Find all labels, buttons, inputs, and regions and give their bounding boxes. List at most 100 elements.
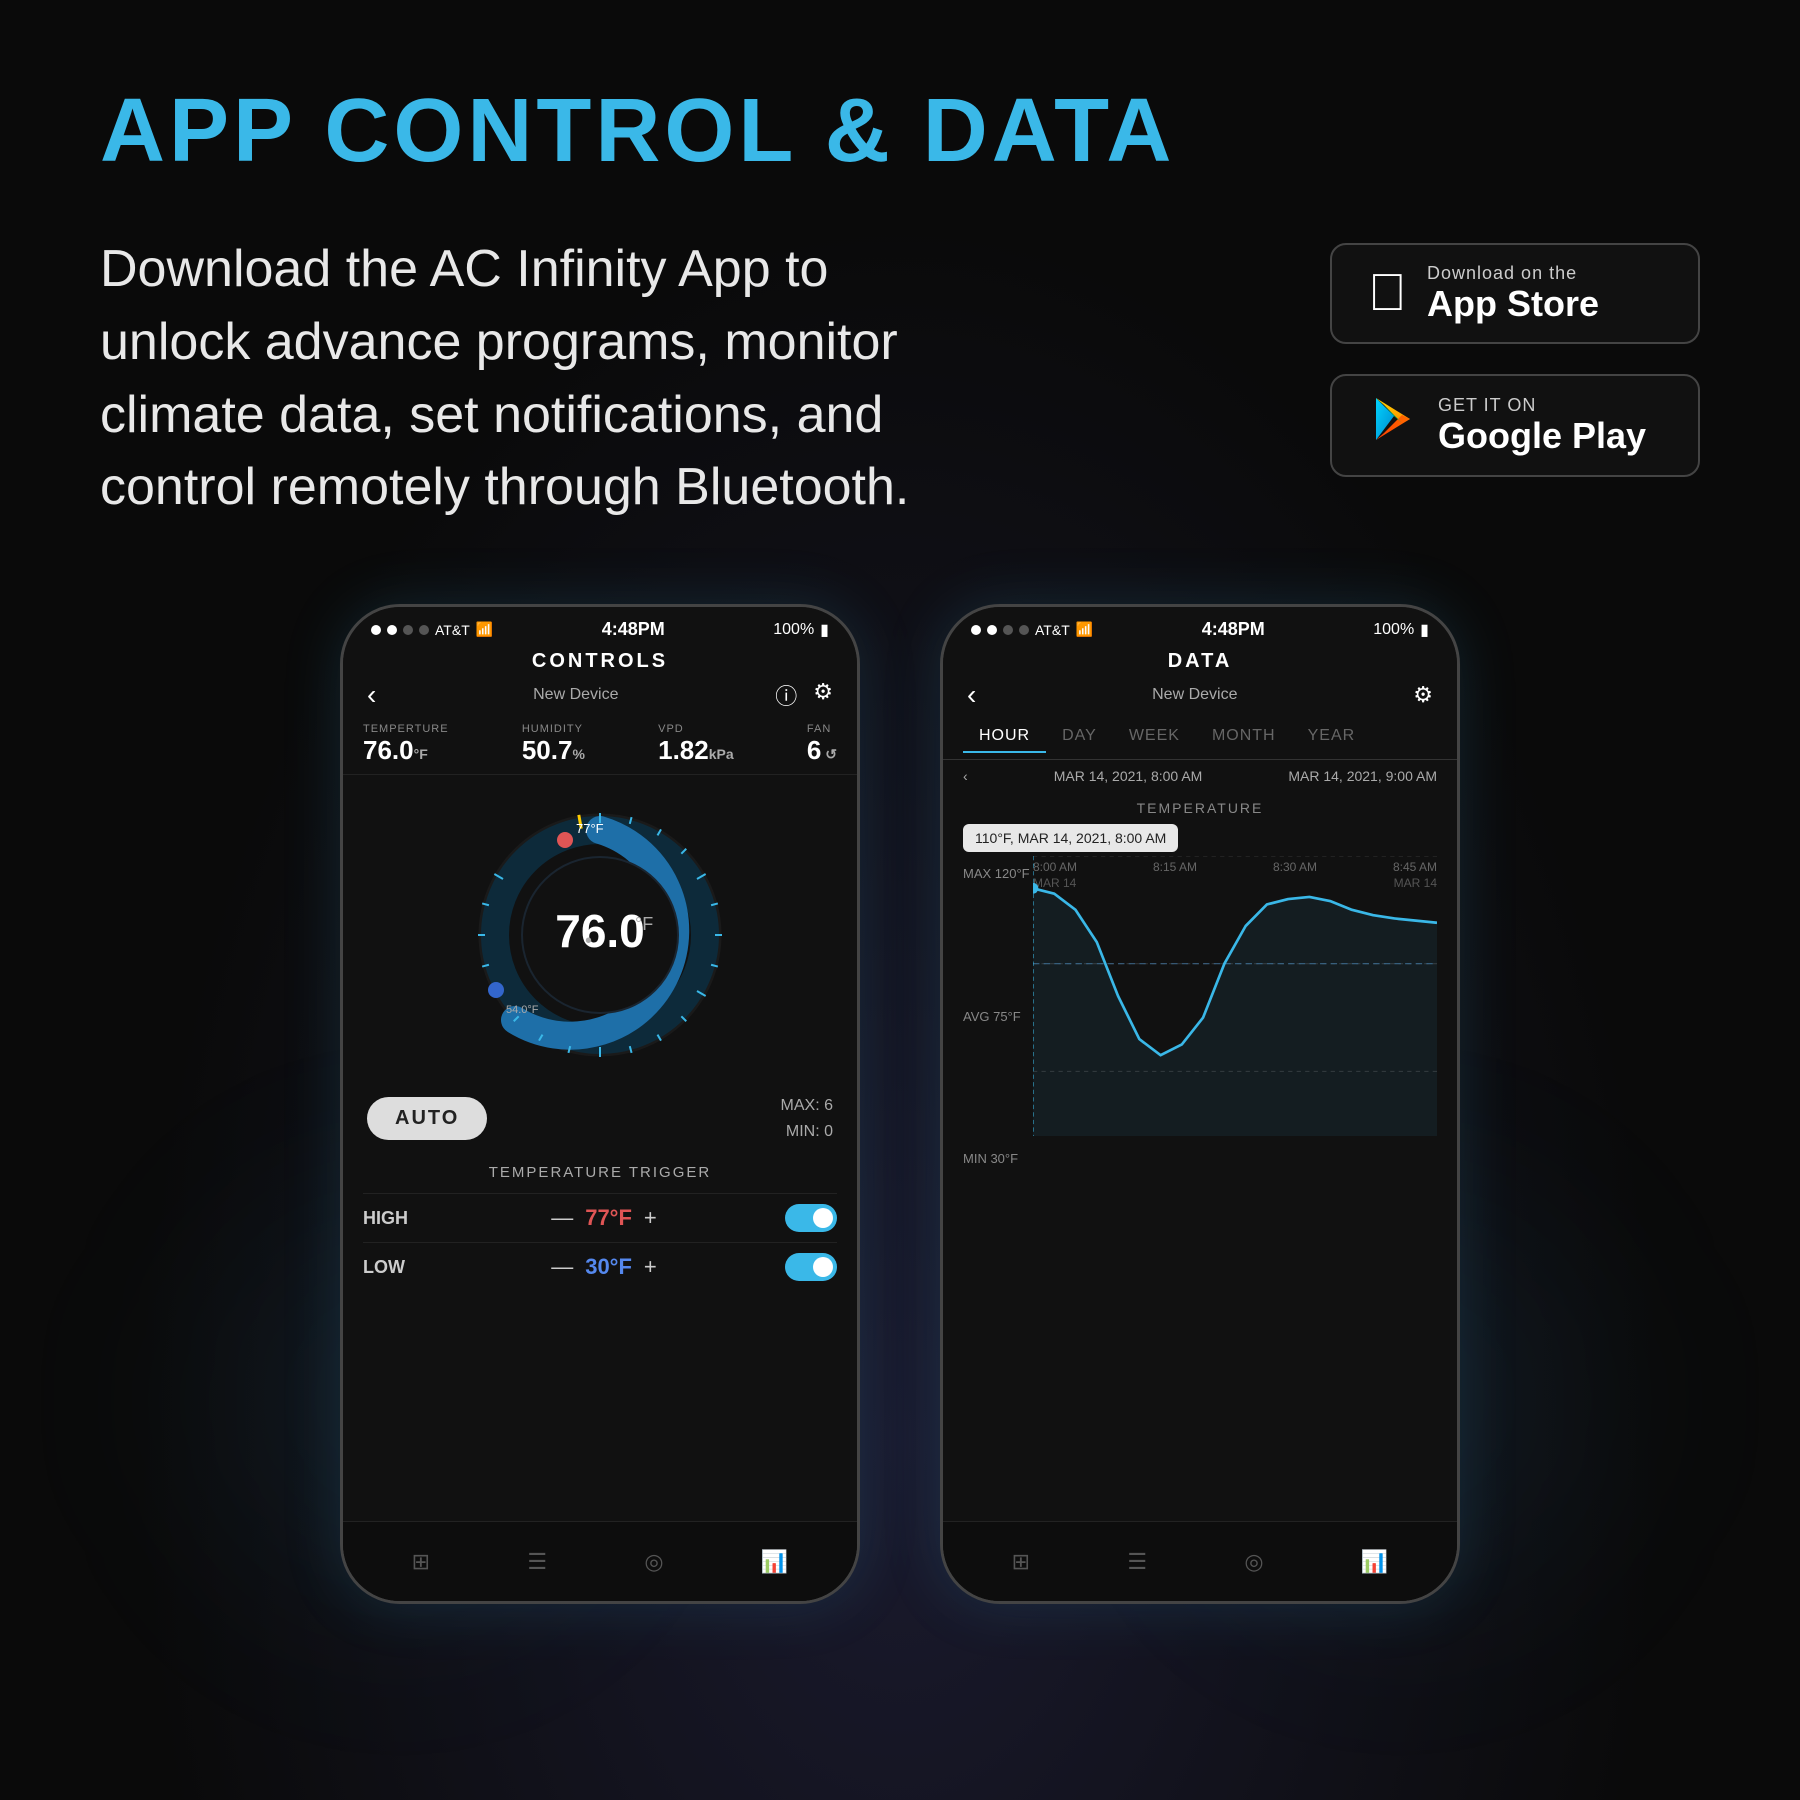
data-time: 4:48PM [1202,619,1265,640]
app-store-badge[interactable]:  Download on the App Store [1330,243,1700,344]
controls-screen: AT&T 📶 4:48PM 100% ▮ CONTROLS ‹ New Devi… [343,607,857,1601]
high-trigger-label: HIGH [363,1208,423,1229]
data-nav-bar: ‹ New Device ⚙ [943,675,1457,715]
wifi-icon-data: 📶 [1076,621,1093,638]
settings-icon[interactable]: ⚙ [813,679,833,711]
device-name-controls: New Device [533,686,618,704]
fan-info: MAX: 6 MIN: 0 [781,1093,833,1144]
prev-arrow[interactable]: ‹ [963,768,968,784]
google-play-subtitle: GET IT ON [1438,395,1646,416]
nav-data[interactable]: 📊 [761,1549,788,1575]
svg-text:77°F: 77°F [576,821,604,836]
gauge-container: 76.0 °F • 77°F 54.0°F [343,775,857,1085]
data-screen: AT&T 📶 4:48PM 100% ▮ DATA ‹ New Device [943,607,1457,1601]
data-list-icon: ☰ [1127,1549,1147,1575]
y-label-max: MAX 120°F [963,866,1030,881]
signal-dot-1 [371,625,381,635]
controls-screen-title: CONTROLS [343,650,857,673]
high-trigger-toggle[interactable] [785,1204,837,1232]
vpd-label: VPD [658,723,734,735]
data-signal-dot-3 [1003,625,1013,635]
chart-y-labels: MAX 120°F AVG 75°F MIN 30°F [963,856,1030,1176]
humidity-stat: HUMIDITY 50.7% [522,723,585,766]
status-left: AT&T 📶 [371,621,493,638]
y-label-avg: AVG 75°F [963,1009,1030,1024]
svg-text:°F: °F [635,914,653,934]
list-icon: ☰ [527,1549,547,1575]
humidity-value: 50.7% [522,735,585,766]
tab-hour[interactable]: HOUR [963,721,1046,753]
data-back-button[interactable]: ‹ [967,679,976,711]
data-chart-icon: 📊 [1361,1549,1388,1575]
app-store-text: Download on the App Store [1427,263,1599,324]
nav-list[interactable]: ☰ [527,1549,547,1575]
battery-icon: ▮ [820,620,829,640]
data-nav-controls[interactable]: ◎ [1244,1549,1263,1575]
data-nav-home[interactable]: ⊞ [1012,1549,1030,1575]
google-play-badge[interactable]: GET IT ON Google Play [1330,374,1700,477]
data-bottom-nav: ⊞ ☰ ◎ 📊 [943,1521,1457,1601]
data-screen-title: DATA [943,650,1457,673]
low-plus-button[interactable]: + [644,1254,657,1280]
auto-button[interactable]: AUTO [367,1097,487,1140]
low-trigger-value: 30°F [585,1254,632,1280]
gauge-svg: 76.0 °F • 77°F 54.0°F [460,795,740,1075]
page-title: APP CONTROL & DATA [100,80,1700,183]
high-trigger-row: HIGH — 77°F + [363,1193,837,1242]
y-label-min: MIN 30°F [963,1151,1030,1166]
svg-text:54.0°F: 54.0°F [506,1004,539,1016]
low-minus-button[interactable]: — [551,1254,573,1280]
temperature-stat: TEMPERTURE 76.0°F [363,723,449,766]
nav-home[interactable]: ⊞ [412,1549,430,1575]
high-trigger-value: 77°F [585,1205,632,1231]
date-end: MAR 14, 2021, 9:00 AM [1288,768,1437,784]
back-button[interactable]: ‹ [367,679,376,711]
data-nav-icons: ⚙ [1413,682,1433,708]
data-carrier: AT&T [1035,622,1070,638]
high-trigger-controls: — 77°F + [551,1205,657,1231]
auto-row: AUTO MAX: 6 MIN: 0 [343,1085,857,1152]
data-signal-dot-2 [987,625,997,635]
chart-tooltip: 110°F, MAR 14, 2021, 8:00 AM [963,824,1178,852]
wifi-icon-controls: 📶 [476,621,493,638]
info-icon[interactable]: ⓘ [775,679,797,711]
min-info: MIN: 0 [781,1119,833,1145]
data-controls-icon: ◎ [1244,1549,1263,1575]
high-plus-button[interactable]: + [644,1205,657,1231]
tab-day[interactable]: DAY [1046,721,1113,753]
data-nav-data[interactable]: 📊 [1361,1549,1388,1575]
data-status-left: AT&T 📶 [971,621,1093,638]
date-start: MAR 14, 2021, 8:00 AM [1054,768,1203,784]
content-row: Download the AC Infinity App to unlock a… [100,233,1700,524]
svg-text:76.0: 76.0 [555,905,645,957]
trigger-title: TEMPERATURE TRIGGER [363,1164,837,1181]
tab-year[interactable]: YEAR [1292,721,1372,753]
data-signal-dot-4 [1019,625,1029,635]
low-trigger-controls: — 30°F + [551,1254,657,1280]
phone-data: AT&T 📶 4:48PM 100% ▮ DATA ‹ New Device [940,604,1460,1604]
high-minus-button[interactable]: — [551,1205,573,1231]
data-settings-icon[interactable]: ⚙ [1413,682,1433,708]
data-header: DATA [943,646,1457,675]
fan-value: 6 ↺ [807,735,837,766]
google-play-icon [1368,394,1418,457]
trigger-section: TEMPERATURE TRIGGER HIGH — 77°F + LOW [343,1152,857,1303]
device-name-data: New Device [1152,686,1237,704]
battery-controls: 100% ▮ [773,620,829,640]
vpd-value: 1.82kPa [658,735,734,766]
app-store-title: App Store [1427,284,1599,324]
tab-month[interactable]: MONTH [1196,721,1292,753]
google-play-title: Google Play [1438,416,1646,456]
page-container: APP CONTROL & DATA Download the AC Infin… [0,0,1800,1800]
data-tabs: HOUR DAY WEEK MONTH YEAR [943,715,1457,760]
nav-controls[interactable]: ◎ [644,1549,663,1575]
data-signal-dot-1 [971,625,981,635]
description-text: Download the AC Infinity App to unlock a… [100,233,920,524]
data-nav-list[interactable]: ☰ [1127,1549,1147,1575]
low-trigger-toggle[interactable] [785,1253,837,1281]
data-home-icon: ⊞ [1012,1549,1030,1575]
signal-dot-2 [387,625,397,635]
tab-week[interactable]: WEEK [1113,721,1196,753]
phone-controls: AT&T 📶 4:48PM 100% ▮ CONTROLS ‹ New Devi… [340,604,860,1604]
chart-section: TEMPERATURE 110°F, MAR 14, 2021, 8:00 AM… [943,792,1457,1184]
